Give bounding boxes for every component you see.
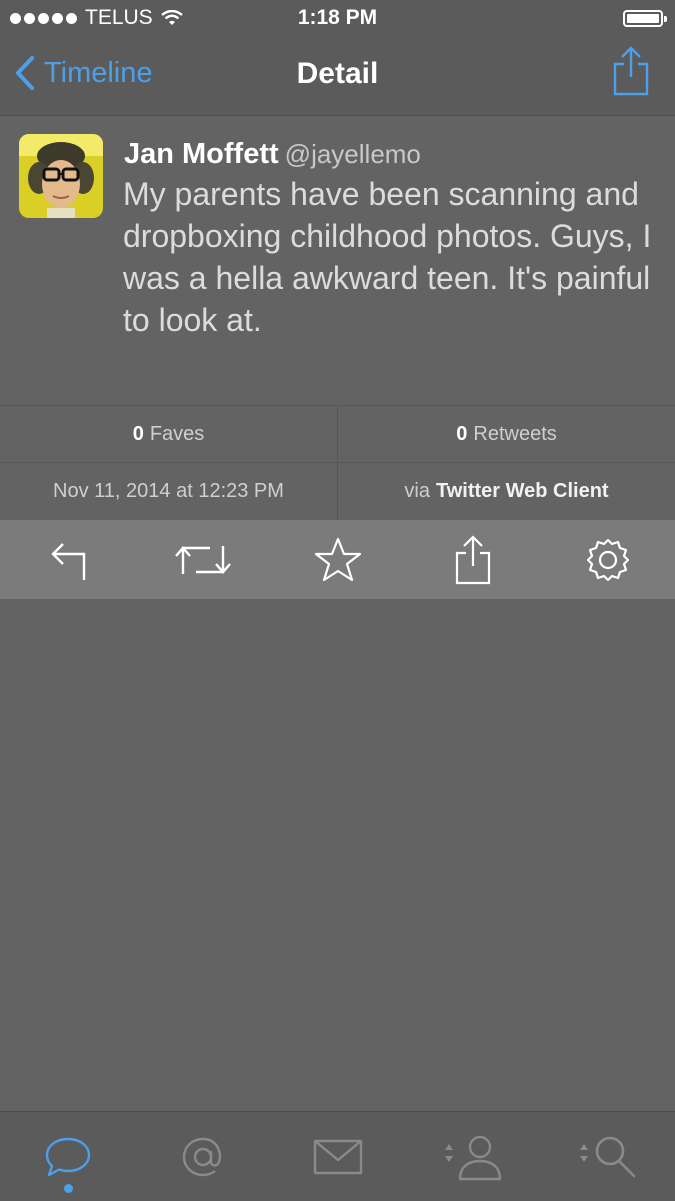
faves-label: Faves <box>149 423 205 445</box>
battery-icon <box>623 10 667 27</box>
via-prefix: via <box>404 480 430 502</box>
share-icon <box>455 534 490 584</box>
retweet-icon <box>174 545 231 574</box>
avatar[interactable] <box>19 134 103 218</box>
author-name: Jan Moffett <box>124 138 279 170</box>
retweets-label: Retweets <box>473 423 557 445</box>
navigation-bar: Timeline Detail <box>0 38 675 116</box>
timeline-bubble-icon <box>45 1137 90 1176</box>
profile-icon <box>444 1135 501 1180</box>
tweet-detail: Jan Moffett @jayellemo My parents have be… <box>0 116 675 405</box>
favorite-button[interactable] <box>306 528 370 592</box>
tweet-source[interactable]: via Twitter Web Client <box>337 463 675 520</box>
tweet-stats: 0 Faves 0 Retweets <box>0 405 675 463</box>
mail-icon <box>313 1139 362 1174</box>
tweet-meta: Nov 11, 2014 at 12:23 PM via Twitter Web … <box>0 462 675 520</box>
status-bar: TELUS 1:18 PM <box>0 0 675 38</box>
tweet-action-bar <box>0 520 675 599</box>
share-tweet-button[interactable] <box>441 528 505 592</box>
search-icon <box>579 1136 635 1177</box>
share-button[interactable] <box>611 45 651 101</box>
faves-count: 0 <box>132 423 144 445</box>
faves-stat[interactable]: 0 Faves <box>0 406 337 463</box>
share-icon <box>613 46 649 96</box>
tab-messages[interactable] <box>298 1117 378 1197</box>
tweet-text: My parents have been scanning and dropbo… <box>123 176 652 338</box>
star-icon <box>314 537 361 581</box>
tab-search[interactable] <box>568 1117 648 1197</box>
at-icon <box>182 1137 221 1176</box>
tab-bar <box>0 1111 675 1201</box>
status-time: 1:18 PM <box>297 6 378 29</box>
retweet-button[interactable] <box>171 528 235 592</box>
retweets-stat[interactable]: 0 Retweets <box>337 406 675 463</box>
retweets-count: 0 <box>456 423 468 445</box>
page-title: Detail <box>296 57 379 90</box>
tab-mentions[interactable] <box>163 1117 243 1197</box>
tab-profile[interactable] <box>433 1117 513 1197</box>
active-tab-indicator <box>63 1183 73 1193</box>
settings-button[interactable] <box>576 528 640 592</box>
client-name: Twitter Web Client <box>435 480 609 502</box>
author-handle: @jayellemo <box>284 139 421 169</box>
reply-button[interactable] <box>36 528 100 592</box>
reply-icon <box>50 542 85 580</box>
tweet-author[interactable]: Jan Moffett @jayellemo <box>124 138 421 171</box>
tweet-timestamp: Nov 11, 2014 at 12:23 PM <box>53 480 284 502</box>
gear-icon <box>586 538 629 581</box>
tab-timeline[interactable] <box>28 1117 108 1197</box>
